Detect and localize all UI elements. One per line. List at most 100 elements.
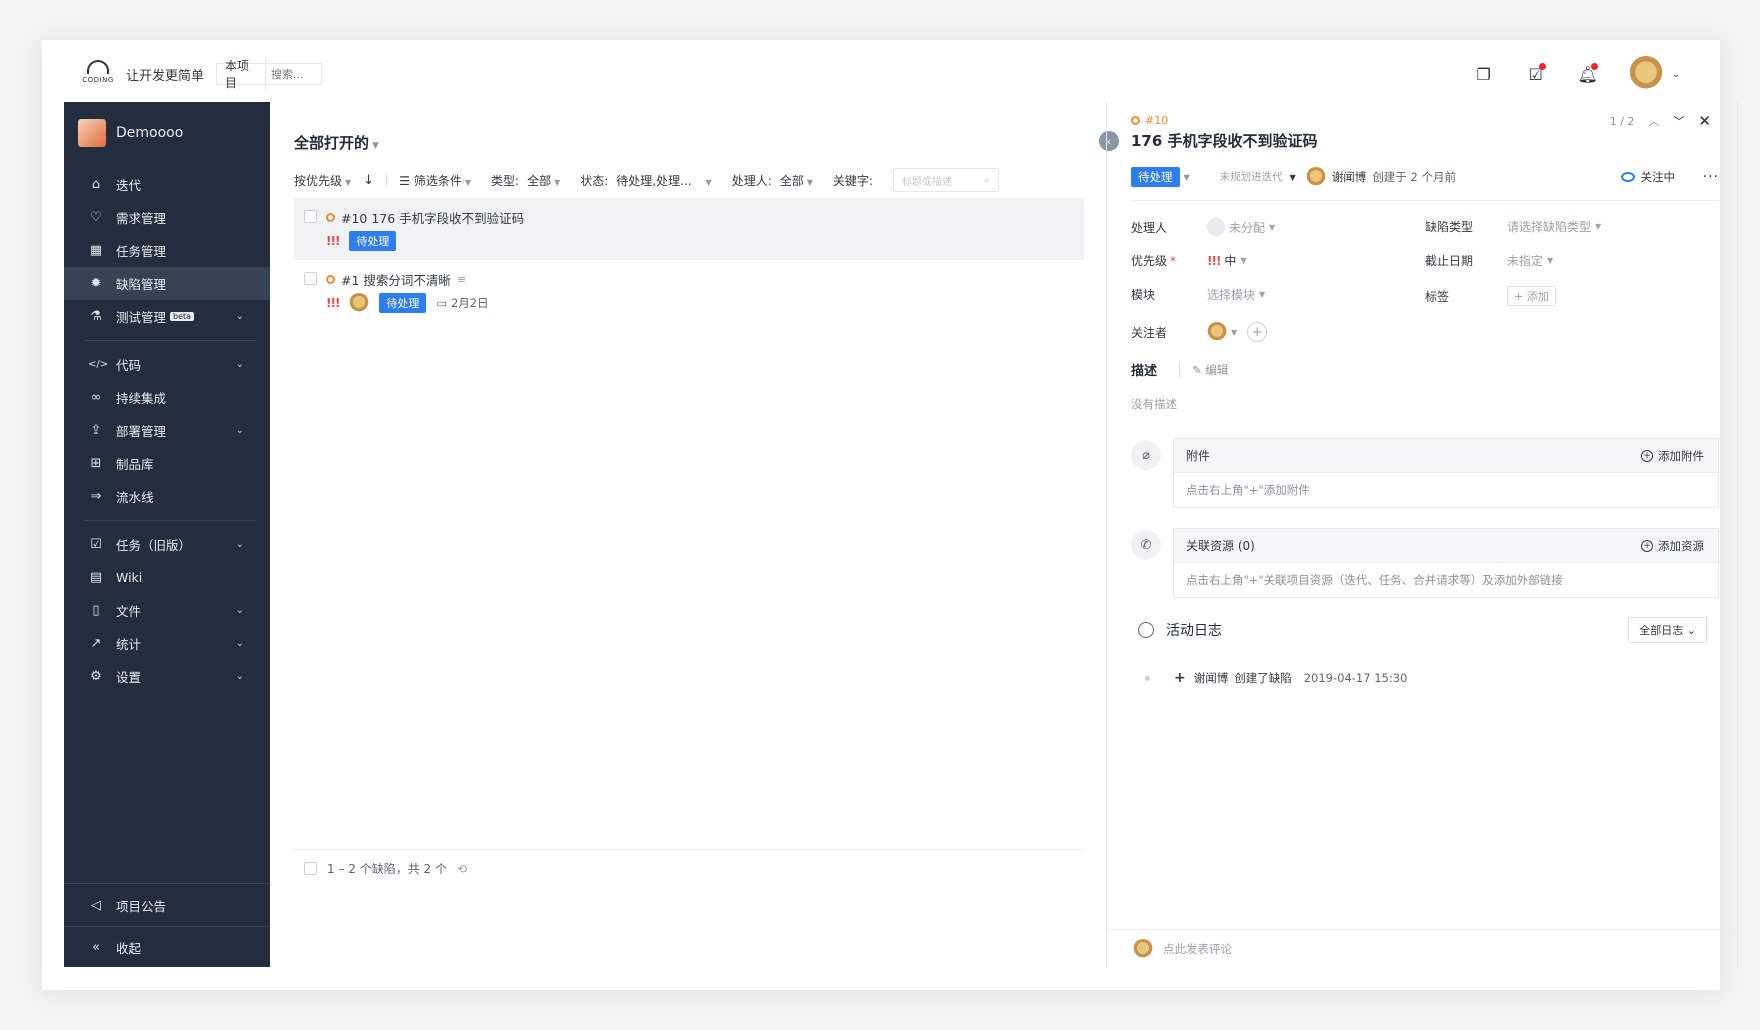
status-label: 状态: bbox=[580, 173, 609, 188]
chevron-down-icon[interactable]: ⌄ bbox=[236, 671, 244, 682]
chevron-down-icon[interactable]: ﹀ bbox=[1673, 113, 1684, 129]
sidebar-item-defects[interactable]: ✹ 缺陷管理 bbox=[64, 267, 270, 300]
sidebar-item-files[interactable]: ▯ 文件 ⌄ bbox=[64, 594, 270, 627]
sort-direction-icon[interactable]: ↓ bbox=[363, 173, 374, 188]
paperclip-icon: ⌀ bbox=[1131, 440, 1161, 470]
status-row: 待处理 ▼ 未规划进迭代 ▼ 谢闻博 创建于 2 个月前 关注中 ··· bbox=[1131, 164, 1719, 190]
select-all-checkbox[interactable] bbox=[304, 862, 317, 875]
sidebar-item-stats[interactable]: ↗ 统计 ⌄ bbox=[64, 627, 270, 660]
attachments-box: 附件 + 添加附件 点击右上角"+"添加附件 bbox=[1173, 438, 1719, 508]
pin-icon: ✆ bbox=[1131, 530, 1161, 560]
avatar bbox=[1133, 938, 1153, 959]
sidebar-collapse-button[interactable]: « 收起 bbox=[64, 927, 270, 967]
sidebar-item-testing[interactable]: ⚗ 测试管理 beta ⌄ bbox=[64, 300, 270, 333]
attachments-hint: 点击右上角"+"添加附件 bbox=[1186, 483, 1310, 497]
type-dropdown[interactable]: 全部 ▼ bbox=[527, 172, 560, 189]
double-chevron-left-icon: « bbox=[92, 939, 100, 955]
add-follower-button[interactable]: + bbox=[1247, 322, 1268, 342]
more-options-icon[interactable]: ··· bbox=[1703, 169, 1719, 185]
copy-window-icon[interactable]: ❐ bbox=[1472, 62, 1496, 86]
lightbulb-icon: ♡ bbox=[90, 210, 102, 225]
project-switcher[interactable]: Demoooo bbox=[64, 102, 270, 164]
watch-toggle[interactable]: 关注中 bbox=[1620, 169, 1675, 185]
caret-down-icon[interactable]: ▼ bbox=[1184, 173, 1190, 182]
close-icon[interactable]: ✕ bbox=[1698, 112, 1711, 130]
sidebar-item-wiki[interactable]: ▤ Wiki bbox=[64, 561, 270, 594]
sidebar-item-artifacts[interactable]: ⊞ 制品库 bbox=[64, 447, 270, 480]
sidebar-item-settings[interactable]: ⚙ 设置 ⌄ bbox=[64, 660, 270, 693]
activity-log-header: 活动日志 全部日志 ⌄ bbox=[1131, 617, 1719, 643]
calendar-icon: ▭ bbox=[436, 296, 451, 310]
detail-navigation: 1 / 2 ︿ ﹀ ✕ bbox=[1610, 112, 1711, 130]
sidebar-item-iteration[interactable]: ⌂ 迭代 bbox=[64, 168, 270, 201]
plus-icon: + bbox=[1174, 670, 1186, 686]
keyword-search-input[interactable]: 标题或描述 ⌕ bbox=[892, 168, 999, 192]
table-row[interactable]: #1 搜索分词不清晰 ≡ !!! 待处理 ▭ 2月2日 bbox=[294, 260, 1084, 322]
sidebar-item-deploy[interactable]: ⇪ 部署管理 ⌄ bbox=[64, 414, 270, 447]
filter-dropdown[interactable]: ☰ 筛选条件 ▼ bbox=[399, 172, 471, 189]
avatar[interactable] bbox=[1207, 322, 1227, 342]
search-scope[interactable]: 本项目 bbox=[217, 57, 266, 91]
sidebar-item-tasks-legacy[interactable]: ☑ 任务（旧版） ⌄ bbox=[64, 528, 270, 561]
priority-selector[interactable]: !!! 中 ▼ bbox=[1207, 252, 1247, 269]
add-resource-button[interactable]: + 添加资源 bbox=[1641, 538, 1704, 554]
defect-status-icon bbox=[326, 213, 335, 222]
caret-down-icon[interactable]: ▼ bbox=[1290, 173, 1296, 182]
table-row[interactable]: #10 176 手机字段收不到验证码 !!! 待处理 bbox=[294, 198, 1084, 260]
add-tag-button[interactable]: + 添加 bbox=[1507, 286, 1556, 306]
chevron-down-icon[interactable]: ⌄ bbox=[236, 539, 244, 550]
status-dropdown[interactable]: 待处理 bbox=[1131, 167, 1180, 187]
search-input[interactable] bbox=[271, 67, 321, 81]
log-filter-dropdown[interactable]: 全部日志 ⌄ bbox=[1628, 617, 1707, 643]
module-selector[interactable]: 选择模块 ▼ bbox=[1207, 286, 1265, 303]
defect-title[interactable]: 176 手机字段收不到验证码 bbox=[1131, 130, 1318, 151]
defect-status-icon bbox=[1131, 116, 1140, 125]
row-checkbox[interactable] bbox=[304, 210, 317, 223]
row-checkbox[interactable] bbox=[304, 272, 317, 285]
divider bbox=[1131, 200, 1719, 201]
eye-icon bbox=[1620, 172, 1635, 182]
log-user[interactable]: 谢闻博 bbox=[1194, 670, 1229, 686]
avatar bbox=[1305, 167, 1326, 187]
iteration-selector[interactable]: 未规划进迭代 bbox=[1220, 171, 1286, 183]
type-label: 类型: bbox=[491, 173, 520, 188]
chevron-down-icon[interactable]: ⌄ bbox=[236, 425, 244, 436]
chevron-down-icon[interactable]: ⌄ bbox=[236, 359, 244, 370]
slogan: 让开发更简单 bbox=[126, 69, 205, 84]
priority-marker: !!! bbox=[326, 296, 340, 310]
list-view-title[interactable]: 全部打开的 ▼ bbox=[294, 132, 379, 153]
bell-icon[interactable]: 🔔︎ bbox=[1576, 62, 1600, 86]
sidebar-item-announcement[interactable]: ◁ 项目公告 bbox=[64, 884, 270, 926]
chevron-down-icon[interactable]: ⌄ bbox=[236, 638, 244, 649]
sidebar-item-ci[interactable]: ∞ 持续集成 bbox=[64, 381, 270, 414]
caret-down-icon[interactable]: ▼ bbox=[1231, 328, 1237, 337]
assignee-dropdown[interactable]: 全部 ▼ bbox=[780, 172, 813, 189]
assignee-selector[interactable]: 未分配 ▼ bbox=[1207, 218, 1275, 236]
sidebar-item-requirements[interactable]: ♡ 需求管理 bbox=[64, 201, 270, 234]
edit-description-button[interactable]: ✎ 编辑 bbox=[1179, 361, 1228, 378]
project-avatar bbox=[78, 119, 106, 147]
sidebar-item-pipeline[interactable]: ⇒ 流水线 bbox=[64, 480, 270, 513]
chevron-up-icon[interactable]: ︿ bbox=[1648, 113, 1659, 129]
add-attachment-button[interactable]: + 添加附件 bbox=[1641, 448, 1704, 464]
global-search[interactable]: 本项目 bbox=[216, 57, 322, 91]
refresh-icon[interactable]: ⟲ bbox=[457, 862, 467, 876]
chevron-down-icon[interactable]: ⌄ bbox=[1672, 69, 1680, 80]
avatar[interactable] bbox=[1627, 56, 1664, 92]
coding-logo[interactable]: CODING bbox=[80, 60, 116, 90]
status-dropdown[interactable]: 待处理,处理... ▼ bbox=[616, 172, 711, 189]
deadline-selector[interactable]: 未指定 ▼ bbox=[1507, 252, 1553, 269]
sidebar-item-code[interactable]: </> 代码 ⌄ bbox=[64, 348, 270, 381]
defect-type-selector[interactable]: 请选择缺陷类型 ▼ bbox=[1507, 218, 1601, 235]
status-badge: 待处理 bbox=[349, 231, 397, 251]
log-action: 创建了缺陷 bbox=[1234, 671, 1292, 685]
chevron-down-icon[interactable]: ⌄ bbox=[236, 311, 244, 322]
task-check-icon[interactable]: ☑ bbox=[1524, 62, 1548, 86]
user-menu[interactable]: ⌄ bbox=[1627, 56, 1680, 92]
comment-input[interactable]: 点此发表评论 bbox=[1107, 929, 1737, 967]
sidebar-item-tasks[interactable]: ▦ 任务管理 bbox=[64, 234, 270, 267]
chart-icon: ↗ bbox=[90, 636, 102, 651]
chevron-down-icon[interactable]: ⌄ bbox=[236, 605, 244, 616]
sort-dropdown[interactable]: 按优先级 ▼ bbox=[294, 172, 351, 189]
field-defect-type: 缺陷类型 请选择缺陷类型 ▼ bbox=[1425, 218, 1602, 235]
